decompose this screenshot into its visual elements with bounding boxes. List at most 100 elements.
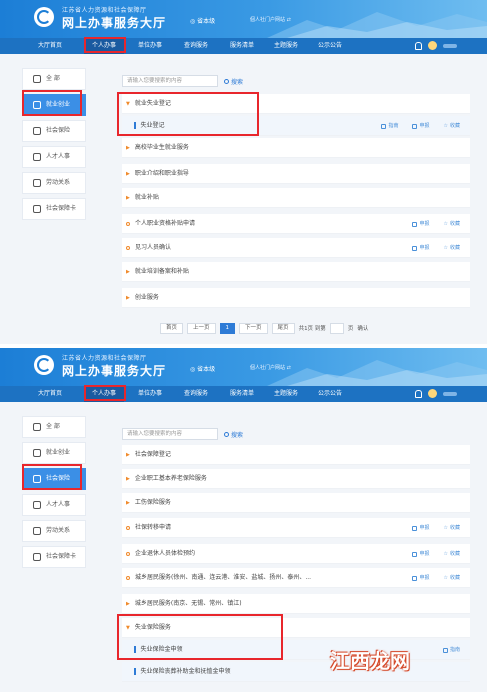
nav-service-list[interactable]: 服务清单 bbox=[222, 386, 262, 402]
sidebar-item-all[interactable]: 全 部 bbox=[22, 416, 86, 438]
sidebar-item-card[interactable]: 社会保障卡 bbox=[22, 546, 86, 568]
handle-button[interactable]: 申报 bbox=[412, 544, 430, 564]
current-page-button[interactable]: 1 bbox=[219, 322, 236, 334]
list-item[interactable]: ▼ 失业保险服务 bbox=[122, 618, 470, 638]
list-item-label: 工伤保险服务 bbox=[134, 499, 171, 506]
list-item-label: 就业培训备案和补贴 bbox=[134, 268, 189, 275]
guide-button[interactable]: 指南 bbox=[381, 116, 398, 136]
list-item[interactable]: ▶ 高校毕业生就业服务 bbox=[122, 138, 470, 158]
list-item[interactable]: 城乡居民服务(徐州、南通、连云港、淮安、盐城、扬州、泰州、... 申报 ☆ 收藏 bbox=[122, 568, 470, 588]
nav-home[interactable]: 大厅首页 bbox=[30, 38, 70, 54]
nav-home[interactable]: 大厅首页 bbox=[30, 386, 70, 402]
list-item[interactable]: 见习人员确认 申报 ☆ 收藏 bbox=[122, 238, 470, 258]
nav-notice[interactable]: 公示公告 bbox=[310, 38, 350, 54]
sidebar-item-labor[interactable]: 劳动关系 bbox=[22, 172, 86, 194]
sidebar-item-label: 社会保障卡 bbox=[46, 553, 77, 560]
list-item[interactable]: 社保转移申请 申报 ☆ 收藏 bbox=[122, 518, 470, 538]
favorite-button[interactable]: ☆ 收藏 bbox=[444, 544, 461, 564]
caret-right-icon: ▶ bbox=[126, 452, 130, 458]
location-selector[interactable]: ◎ 省本级 bbox=[190, 364, 215, 373]
handle-button[interactable]: 申报 bbox=[412, 116, 430, 136]
list-subitem[interactable]: 失业保险丧葬补助金和抚恤金申领 bbox=[122, 662, 470, 682]
search-icon bbox=[224, 78, 229, 84]
list-item[interactable]: ▶ 企业职工基本养老保险服务 bbox=[122, 469, 470, 489]
list-item[interactable]: 个人职业资格补贴申请 申报 ☆ 收藏 bbox=[122, 214, 470, 234]
list-item[interactable]: ▶ 职业介绍和职业指导 bbox=[122, 164, 470, 184]
favorite-button[interactable]: ☆ 收藏 bbox=[444, 116, 461, 136]
sidebar-item-talent[interactable]: 人才人事 bbox=[22, 494, 86, 516]
search-input[interactable]: 请输入您要搜索的内容 bbox=[122, 428, 218, 440]
star-icon: ☆ bbox=[443, 551, 448, 557]
list-subitem[interactable]: 失业保险金申领 指南 bbox=[122, 640, 470, 660]
nav-personal[interactable]: 个人办事 bbox=[84, 386, 124, 402]
category-sidebar: 全 部 就业创业 社会保险 人才人事 劳动关系 社会保障卡 bbox=[22, 68, 86, 224]
page-number-input[interactable] bbox=[329, 322, 344, 334]
list-item[interactable]: ▶ 城乡居民服务(南京、无锡、常州、镇江) bbox=[122, 594, 470, 614]
list-item[interactable]: ▶ 创业服务 bbox=[122, 288, 470, 308]
sidebar-item-employment[interactable]: 就业创业 bbox=[22, 442, 86, 464]
next-page-button[interactable]: 下一页 bbox=[239, 322, 268, 334]
handle-label: 申报 bbox=[419, 525, 430, 531]
sidebar-item-label: 就业创业 bbox=[46, 101, 71, 108]
list-item[interactable]: ▶ 就业补贴 bbox=[122, 188, 470, 208]
handle-button[interactable]: 申报 bbox=[412, 568, 430, 588]
last-page-button[interactable]: 尾页 bbox=[271, 322, 295, 334]
sidebar-item-insurance[interactable]: 社会保险 bbox=[22, 468, 86, 490]
handle-button[interactable]: 申报 bbox=[412, 238, 430, 258]
sidebar-item-label: 社会保险 bbox=[46, 127, 71, 134]
search-button[interactable]: 搜索 bbox=[224, 430, 243, 439]
nav-notice[interactable]: 公示公告 bbox=[310, 386, 350, 402]
list-item[interactable]: 企业退休人员体检预约 申报 ☆ 收藏 bbox=[122, 544, 470, 564]
sidebar-item-card[interactable]: 社会保障卡 bbox=[22, 198, 86, 220]
sidebar-item-all[interactable]: 全 部 bbox=[22, 68, 86, 90]
sidebar-item-insurance[interactable]: 社会保险 bbox=[22, 120, 86, 142]
list-item[interactable]: ▼ 就业失业登记 bbox=[122, 94, 470, 114]
nav-company[interactable]: 单位办事 bbox=[130, 386, 170, 402]
guide-button[interactable]: 指南 bbox=[442, 640, 460, 660]
prev-page-button[interactable]: 上一页 bbox=[187, 322, 216, 334]
username-placeholder[interactable] bbox=[443, 391, 457, 396]
search-input[interactable]: 请输入您要搜索的内容 bbox=[122, 75, 218, 87]
avatar[interactable] bbox=[428, 41, 437, 50]
avatar[interactable] bbox=[428, 389, 437, 398]
list-item[interactable]: ▶ 社会保障登记 bbox=[122, 445, 470, 465]
bell-icon[interactable] bbox=[415, 41, 422, 50]
row-actions: 申报 ☆ 收藏 bbox=[412, 544, 460, 564]
bell-icon[interactable] bbox=[415, 389, 422, 398]
favorite-button[interactable]: ☆ 收藏 bbox=[444, 214, 461, 234]
confirm-page-button[interactable]: 确认 bbox=[357, 324, 368, 332]
sidebar-item-talent[interactable]: 人才人事 bbox=[22, 146, 86, 168]
row-actions: 申报 ☆ 收藏 bbox=[412, 214, 460, 234]
favorite-button[interactable]: ☆ 收藏 bbox=[444, 518, 461, 538]
nav-company[interactable]: 单位办事 bbox=[130, 38, 170, 54]
sidebar-item-label: 人才人事 bbox=[46, 153, 71, 160]
sidebar-item-employment[interactable]: 就业创业 bbox=[22, 94, 86, 116]
list-item[interactable]: ▶ 工伤保险服务 bbox=[122, 493, 470, 513]
favorite-button[interactable]: ☆ 收藏 bbox=[444, 238, 461, 258]
username-placeholder[interactable] bbox=[443, 43, 457, 48]
favorite-label: 收藏 bbox=[449, 575, 460, 581]
favorite-label: 收藏 bbox=[449, 245, 460, 251]
list-subitem[interactable]: 失业登记 指南 申报 ☆ 收藏 bbox=[122, 116, 470, 136]
nav-query[interactable]: 查询服务 bbox=[176, 38, 216, 54]
favorite-button[interactable]: ☆ 收藏 bbox=[444, 568, 461, 588]
location-selector[interactable]: ◎ 省本级 bbox=[190, 16, 215, 25]
nav-personal[interactable]: 个人办事 bbox=[84, 38, 124, 54]
handle-button[interactable]: 申报 bbox=[412, 214, 430, 234]
logo-icon[interactable] bbox=[34, 355, 54, 375]
first-page-button[interactable]: 首页 bbox=[160, 322, 184, 334]
grid-icon bbox=[33, 75, 41, 83]
nav-theme[interactable]: 主题服务 bbox=[266, 38, 306, 54]
portal-link[interactable]: 個人社门户网站 ⇄ bbox=[250, 364, 291, 371]
logo-icon[interactable] bbox=[34, 7, 54, 27]
handle-button[interactable]: 申报 bbox=[412, 518, 430, 538]
list-item[interactable]: ▶ 就业培训备案和补贴 bbox=[122, 262, 470, 282]
search-button[interactable]: 搜索 bbox=[224, 77, 243, 86]
caret-right-icon: ▶ bbox=[126, 476, 130, 482]
nav-theme[interactable]: 主题服务 bbox=[266, 386, 306, 402]
nav-query[interactable]: 查询服务 bbox=[176, 386, 216, 402]
sidebar-item-labor[interactable]: 劳动关系 bbox=[22, 520, 86, 542]
list-item-label: 创业服务 bbox=[134, 294, 159, 301]
portal-link[interactable]: 個人社门户网站 ⇄ bbox=[250, 16, 291, 23]
nav-service-list[interactable]: 服务清单 bbox=[222, 38, 262, 54]
